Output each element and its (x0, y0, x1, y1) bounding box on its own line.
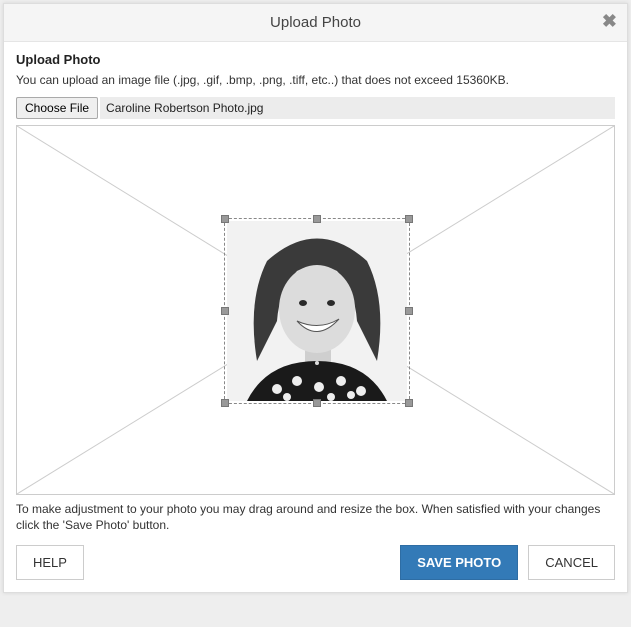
modal-footer: HELP SAVE PHOTO CANCEL (16, 545, 615, 580)
modal-header: Upload Photo ✖ (4, 4, 627, 42)
file-picker-row: Choose File (16, 97, 615, 119)
modal-title: Upload Photo (270, 14, 361, 31)
upload-photo-modal: Upload Photo ✖ Upload Photo You can uplo… (3, 3, 628, 593)
crop-handle-e[interactable] (405, 307, 413, 315)
help-button[interactable]: HELP (16, 545, 84, 580)
upload-hint: You can upload an image file (.jpg, .gif… (16, 73, 615, 87)
crop-handle-ne[interactable] (405, 215, 413, 223)
modal-body: Upload Photo You can upload an image fil… (4, 42, 627, 592)
save-photo-button[interactable]: SAVE PHOTO (400, 545, 518, 580)
crop-instructions: To make adjustment to your photo you may… (16, 501, 615, 533)
cancel-button[interactable]: CANCEL (528, 545, 615, 580)
section-title: Upload Photo (16, 52, 615, 67)
crop-handle-se[interactable] (405, 399, 413, 407)
crop-handle-sw[interactable] (221, 399, 229, 407)
crop-handle-nw[interactable] (221, 215, 229, 223)
photo-canvas[interactable] (16, 125, 615, 495)
crop-selection[interactable] (224, 218, 410, 404)
crop-handle-w[interactable] (221, 307, 229, 315)
filename-field[interactable] (100, 97, 615, 119)
crop-handle-s[interactable] (313, 399, 321, 407)
choose-file-button[interactable]: Choose File (16, 97, 98, 119)
crop-handle-n[interactable] (313, 215, 321, 223)
close-icon[interactable]: ✖ (602, 12, 617, 30)
